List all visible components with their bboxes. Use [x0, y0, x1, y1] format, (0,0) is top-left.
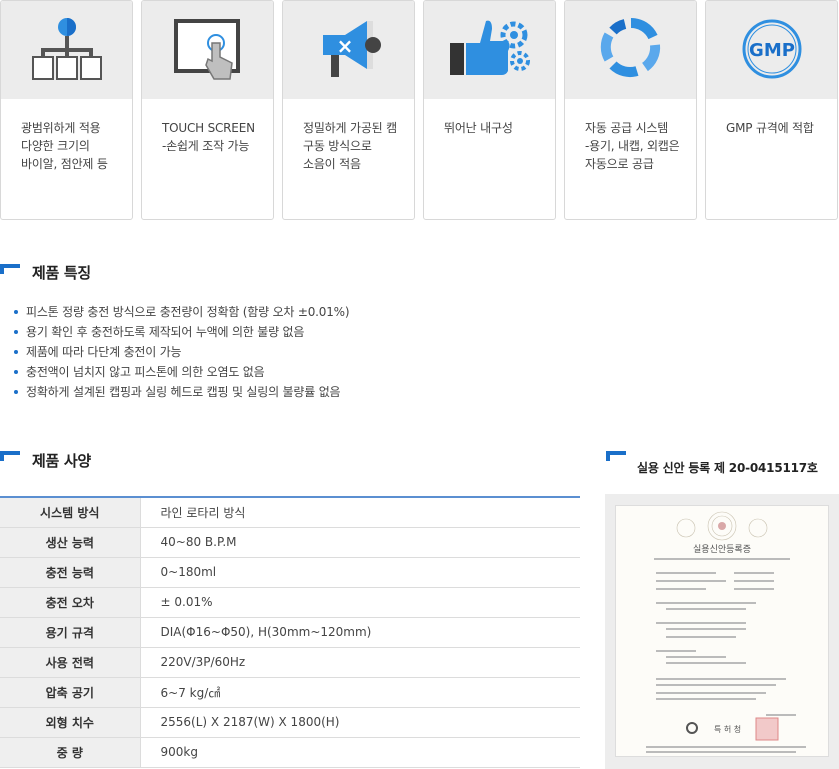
svg-text:특 허 청: 특 허 청 [714, 725, 741, 734]
spec-value: 220V/3P/60Hz [140, 647, 580, 678]
megaphone-mute-icon: × [322, 21, 381, 77]
card-line: GMP 규격에 적합 [726, 121, 814, 135]
section-marker [606, 451, 626, 461]
thumbs-up-gear-icon [449, 20, 530, 76]
card-icon-area: GMP [706, 1, 837, 99]
card-line: 자동 공급 시스템 [585, 121, 669, 135]
list-item: 충전액이 넘치지 않고 피스톤에 의한 오염도 없음 [14, 362, 349, 382]
spec-key: 용기 규격 [0, 617, 141, 648]
spec-value: 6~7 kg/㎠ [140, 677, 580, 708]
feature-card: GMP GMP 규격에 적합 [705, 0, 838, 220]
certificate-doc-title: 실용신안등록증 [693, 544, 751, 555]
table-row: 생산 능력 40~80 B.P.M [0, 527, 580, 558]
table-row: 용기 규격 DIA(Φ16~Φ50), H(30mm~120mm) [0, 617, 580, 648]
hierarchy-icon [31, 18, 102, 80]
gmp-badge-label: GMP [749, 40, 795, 61]
touch-screen-icon [173, 19, 240, 80]
certificate-image: 실용신안등록증 특 허 청 [615, 505, 829, 757]
section-marker [0, 451, 20, 461]
features-list: 피스톤 정량 충전 방식으로 충전량이 정확함 (함량 오차 ±0.01%) 용… [14, 302, 350, 402]
svg-text:×: × [336, 34, 353, 58]
card-line: 소음이 적음 [303, 157, 361, 171]
gmp-badge-icon: GMP [742, 19, 801, 79]
card-icon-area: × [283, 1, 414, 99]
feature-card: × 정밀하게 가공된 캠 구동 방식으로 소음이 적음 [282, 0, 415, 220]
card-line: 광범위하게 적용 [21, 121, 101, 135]
table-row: 시스템 방식 라인 로타리 방식 [0, 497, 580, 528]
spec-key: 외형 치수 [0, 707, 141, 738]
certificate-frame: 실용신안등록증 특 허 청 [605, 494, 839, 769]
card-icon-area [424, 1, 555, 99]
section-marker [0, 264, 20, 274]
spec-value: 라인 로타리 방식 [140, 497, 580, 528]
card-icon-area [142, 1, 273, 99]
spec-value: ± 0.01% [140, 587, 580, 618]
list-item: 정확하게 설계된 캡핑과 실링 헤드로 캡핑 및 실링의 불량률 없음 [14, 382, 349, 402]
list-item: 용기 확인 후 충전하도록 제작되어 누액에 의한 불량 없음 [14, 322, 349, 342]
spec-key: 생산 능력 [0, 527, 141, 558]
cycle-arrows-icon [600, 17, 660, 78]
card-line: -손쉽게 조작 가능 [162, 139, 250, 153]
spec-key: 중 량 [0, 737, 141, 768]
spec-value: 2556(L) X 2187(W) X 1800(H) [140, 707, 580, 738]
card-text: 광범위하게 적용 다양한 크기의 바이알, 점안제 등 [1, 99, 132, 173]
table-row: 외형 치수 2556(L) X 2187(W) X 1800(H) [0, 707, 580, 738]
card-text: 뛰어난 내구성 [424, 99, 555, 137]
spec-key: 충전 오차 [0, 587, 141, 618]
card-text: 정밀하게 가공된 캠 구동 방식으로 소음이 적음 [283, 99, 414, 173]
card-icon-area [565, 1, 696, 99]
spec-key: 압축 공기 [0, 677, 141, 708]
certificate-title: 실용 신안 등록 제 20-0415117호 [637, 461, 818, 475]
feature-cards: 광범위하게 적용 다양한 크기의 바이알, 점안제 등 TOUCH SCREEN… [0, 0, 839, 220]
table-row: 충전 능력 0~180ml [0, 557, 580, 588]
list-item: 피스톤 정량 충전 방식으로 충전량이 정확함 (함량 오차 ±0.01%) [14, 302, 350, 322]
spec-table: 시스템 방식 라인 로타리 방식 생산 능력 40~80 B.P.M 충전 능력 0~… [0, 496, 580, 768]
spec-key: 시스템 방식 [0, 497, 141, 528]
feature-card: TOUCH SCREEN -손쉽게 조작 가능 [141, 0, 274, 220]
card-text: TOUCH SCREEN -손쉽게 조작 가능 [142, 99, 273, 155]
card-line: 뛰어난 내구성 [444, 121, 513, 135]
card-text: GMP 규격에 적합 [706, 99, 837, 137]
list-item: 제품에 따라 다단계 충전이 가능 [14, 342, 349, 362]
card-line: 정밀하게 가공된 캠 [303, 121, 397, 135]
card-line: 바이알, 점안제 등 [21, 157, 108, 171]
spec-value: 900kg [140, 737, 580, 768]
features-title: 제품 특징 [32, 264, 91, 282]
spec-key: 사용 전력 [0, 647, 141, 678]
table-row: 중 량 900kg [0, 737, 580, 768]
table-row: 사용 전력 220V/3P/60Hz [0, 647, 580, 678]
feature-card: 자동 공급 시스템 -용기, 내캡, 외캡은 자동으로 공급 [564, 0, 697, 220]
card-line: -용기, 내캡, 외캡은 [585, 139, 680, 153]
card-text: 자동 공급 시스템 -용기, 내캡, 외캡은 자동으로 공급 [565, 99, 696, 173]
table-row: 압축 공기 6~7 kg/㎠ [0, 677, 580, 708]
spec-value: 40~80 B.P.M [140, 527, 580, 558]
feature-card: 광범위하게 적용 다양한 크기의 바이알, 점안제 등 [0, 0, 133, 220]
card-icon-area [1, 1, 132, 99]
feature-card: 뛰어난 내구성 [423, 0, 556, 220]
spec-value: DIA(Φ16~Φ50), H(30mm~120mm) [140, 617, 580, 648]
card-line: 구동 방식으로 [303, 139, 372, 153]
spec-key: 충전 능력 [0, 557, 141, 588]
card-line: 자동으로 공급 [585, 157, 654, 171]
spec-value: 0~180ml [140, 557, 580, 588]
card-line: 다양한 크기의 [21, 139, 90, 153]
card-line: TOUCH SCREEN [162, 121, 255, 135]
spec-title: 제품 사양 [32, 452, 91, 470]
table-row: 충전 오차 ± 0.01% [0, 587, 580, 618]
certificate-document-icon: 실용신안등록증 특 허 청 [616, 506, 828, 756]
